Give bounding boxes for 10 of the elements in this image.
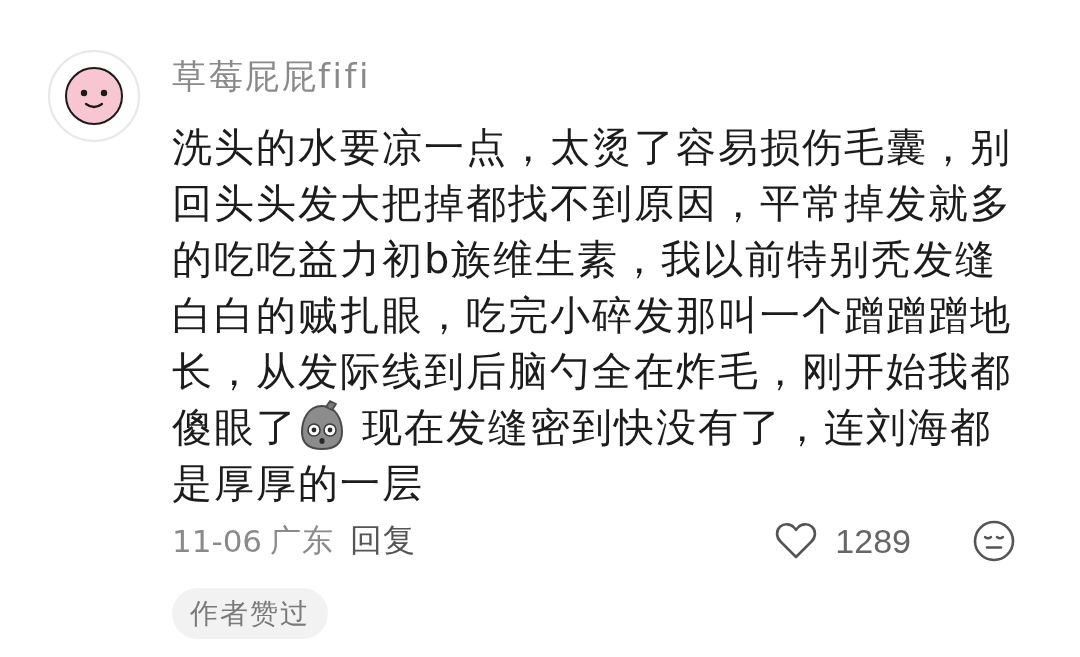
shocked-blob-icon xyxy=(300,400,344,450)
location-text: 广东 xyxy=(270,521,335,560)
reply-button[interactable]: 回复 xyxy=(350,519,417,563)
comment-text: 洗头的水要凉一点，太烫了容易损伤毛囊，别回头头发大把掉都找不到原因，平常掉发就多的吃吃益力初b族维生素，我以前特别秃发缝白白的贼扎眼，吃完小碎发那叫一个蹭蹭蹭地长，从发际线到后脑勺全在炸毛，刚开始我都傻眼了 现在发缝密到快没有了，连刘海都是厚厚的一层 xyxy=(172,123,1013,508)
smiley-avatar-icon[interactable] xyxy=(48,50,140,142)
neutral-face-icon[interactable] xyxy=(973,520,1015,562)
username-text[interactable]: 草莓屁屁fifi xyxy=(172,56,371,96)
date-text: 11-06 xyxy=(172,523,263,559)
author-liked-badge: 作者赞过 xyxy=(172,588,328,639)
like-button[interactable]: 1289 xyxy=(775,521,911,561)
